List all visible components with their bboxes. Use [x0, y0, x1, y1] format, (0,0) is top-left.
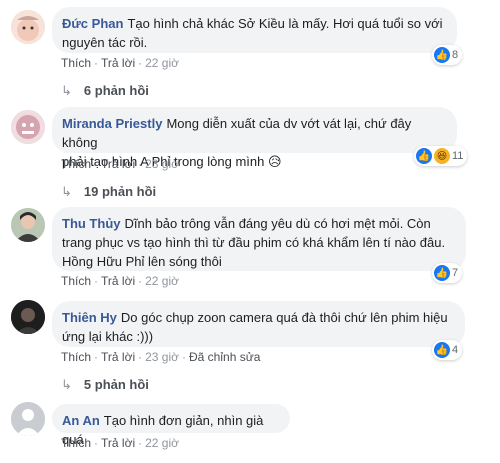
like-link[interactable]: Thích — [61, 56, 91, 70]
replies-count[interactable]: 6 phản hồi — [84, 83, 149, 98]
comment-bubble: Thu Thủy Dĩnh bảo trông vẫn đáng yêu dù c… — [52, 207, 466, 271]
view-replies-link[interactable]: ↳ 19 phản hồi — [61, 184, 156, 200]
photo-avatar-icon — [11, 208, 45, 242]
comment-time[interactable]: 23 giờ — [145, 157, 179, 171]
comment-text: Tạo hình chả khác Sở Kiều là mấy. Hơi qu… — [127, 16, 443, 31]
reaction-count[interactable]: 👍 😆 11 — [414, 146, 468, 166]
comment-text: Hồng Hữu Phỉ lên sóng thôi — [62, 254, 222, 269]
reaction-count[interactable]: 👍 8 — [432, 45, 463, 65]
comment-time[interactable]: 22 giờ — [145, 436, 179, 450]
comment-time[interactable]: 22 giờ — [145, 274, 179, 288]
reply-link[interactable]: Trả lời — [101, 350, 135, 364]
haha-icon: 😆 — [434, 148, 450, 164]
comment-text: ứng lại khác :))) — [62, 329, 154, 344]
like-link[interactable]: Thích — [61, 274, 91, 288]
comment-author[interactable]: An An — [62, 413, 100, 428]
thumbs-up-icon: 👍 — [434, 342, 450, 358]
avatar[interactable] — [11, 208, 45, 242]
comment-bubble: Thiên Hy Do góc chụp zoon camera quá đà t… — [52, 301, 465, 347]
comment-text: nguyên tác rồi. — [62, 35, 148, 50]
reaction-number: 8 — [452, 49, 459, 61]
reply-link[interactable]: Trả lời — [101, 274, 135, 288]
comment-author[interactable]: Thu Thủy — [62, 216, 121, 231]
reply-link[interactable]: Trả lời — [101, 157, 135, 171]
view-replies-link[interactable]: ↳ 5 phản hồi — [61, 377, 149, 393]
like-link[interactable]: Thích — [61, 350, 91, 364]
reaction-count[interactable]: 👍 4 — [432, 340, 463, 360]
reaction-number: 7 — [452, 267, 459, 279]
comment-bubble: An An Tạo hình đơn giản, nhìn già quá — [52, 404, 290, 447]
comment-time[interactable]: 23 giờ — [145, 350, 179, 364]
avatar[interactable] — [11, 402, 45, 436]
comment-author[interactable]: Đức Phan — [62, 16, 123, 31]
replies-count[interactable]: 19 phản hồi — [84, 184, 156, 199]
reply-link[interactable]: Trả lời — [101, 436, 135, 450]
reaction-count[interactable]: 👍 7 — [432, 263, 463, 283]
thumbs-up-icon: 👍 — [434, 265, 450, 281]
comment-bubble: Miranda Priestly Mong diễn xuất của dv vớ… — [52, 107, 457, 169]
avatar[interactable] — [11, 10, 45, 44]
like-link[interactable]: Thích — [61, 436, 91, 450]
like-link[interactable]: Thích — [61, 157, 91, 171]
baby-avatar-icon — [11, 10, 45, 44]
comment-actions: Thích · Trả lời · 23 giờ — [61, 157, 179, 171]
default-avatar-icon — [11, 402, 45, 436]
avatar[interactable] — [11, 300, 45, 334]
comment-author[interactable]: Thiên Hy — [62, 310, 117, 325]
replies-count[interactable]: 5 phản hồi — [84, 377, 149, 392]
comment-text: Dĩnh bảo trông vẫn đáng yêu dù có hơi mệ… — [124, 216, 431, 231]
comment-actions: Thích · Trả lời · 22 giờ — [61, 436, 179, 450]
reply-arrow-icon: ↳ — [61, 377, 72, 392]
cartoon-avatar-icon — [11, 110, 45, 144]
avatar[interactable] — [11, 110, 45, 144]
reply-arrow-icon: ↳ — [61, 184, 72, 199]
comment-time[interactable]: 22 giờ — [145, 56, 179, 70]
comment-text: trang phục vs tạo hình thì từ đầu phim c… — [62, 235, 446, 250]
comment-author[interactable]: Miranda Priestly — [62, 116, 162, 131]
view-replies-link[interactable]: ↳ 6 phản hồi — [61, 83, 149, 99]
reaction-number: 11 — [452, 150, 464, 162]
dark-avatar-icon — [11, 300, 45, 334]
comment-text: Do góc chụp zoon camera quá đà thôi chứ … — [120, 310, 448, 325]
thumbs-up-icon: 👍 — [416, 148, 432, 164]
comment-actions: Thích · Trả lời · 22 giờ — [61, 274, 179, 288]
comment-actions: Thích · Trả lời · 22 giờ — [61, 56, 179, 70]
reply-arrow-icon: ↳ — [61, 83, 72, 98]
reply-link[interactable]: Trả lời — [101, 56, 135, 70]
comment-actions: Thích · Trả lời · 23 giờ · Đã chỉnh sửa — [61, 350, 261, 364]
edited-link[interactable]: Đã chỉnh sửa — [189, 350, 260, 364]
comment-bubble: Đức Phan Tạo hình chả khác Sở Kiều là mấy… — [52, 7, 457, 53]
thumbs-up-icon: 👍 — [434, 47, 450, 63]
reaction-number: 4 — [452, 344, 459, 356]
